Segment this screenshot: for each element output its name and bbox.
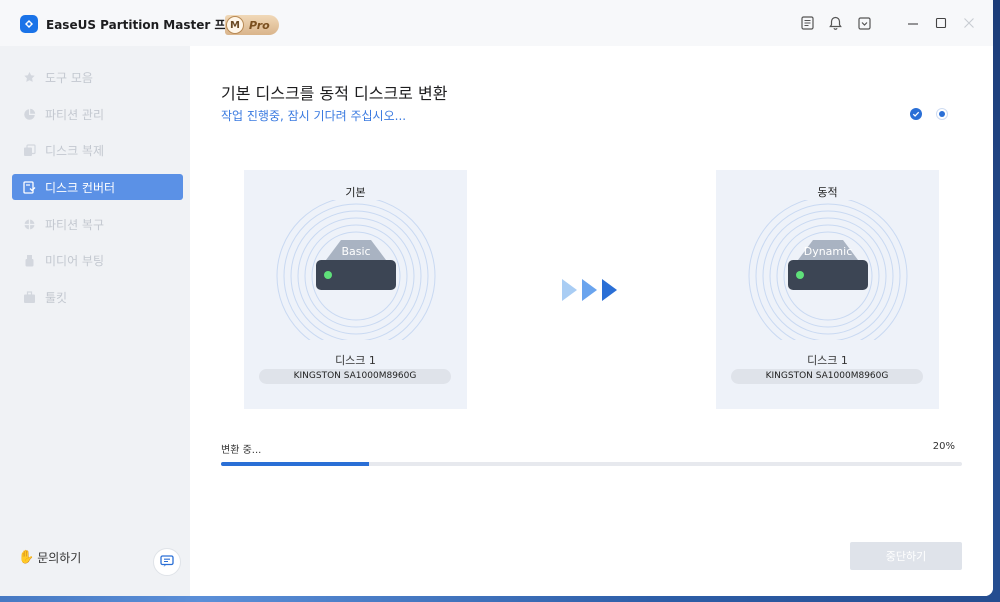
progress-bar [221,462,962,466]
contact-us-link[interactable]: ✋ 문의하기 [18,549,81,566]
target-disk-model: KINGSTON SA1000M8960G [731,369,923,384]
app-window: EaseUS Partition Master 프로 버전 M Pro 도구 모… [0,0,993,596]
bell-icon[interactable] [828,16,842,30]
progress-bar-fill [221,462,370,466]
sidebar-item-disk-clone[interactable]: 디스크 복제 [12,137,183,163]
chat-button[interactable] [153,548,181,576]
sidebar: 도구 모음 파티션 관리 디스크 복제 디스크 컨버터 파티션 복구 미디어 부… [0,46,190,596]
disk-type-label: Basic [341,245,370,258]
source-card-header: 기본 [345,186,366,199]
progress-label: 변환 중... [221,445,262,456]
waving-hand-icon: ✋ [18,550,35,565]
progress-percent: 20% [932,441,955,452]
step-complete-icon [910,108,922,120]
badge-letter: M [226,16,244,34]
usb-icon [22,253,36,267]
title-bar: EaseUS Partition Master 프로 버전 M Pro [0,0,993,46]
disk-convert-icon [22,180,36,194]
close-icon[interactable] [962,16,976,30]
stop-button[interactable]: 중단하기 [850,542,962,570]
chat-icon [160,553,174,572]
app-logo-icon [20,15,38,33]
pro-badge[interactable]: M Pro [225,15,279,35]
dropdown-menu-icon[interactable] [857,16,871,30]
toolkit-icon [22,290,36,304]
sidebar-item-label: 도구 모음 [45,70,93,85]
notes-icon[interactable] [800,16,814,30]
sidebar-item-label: 툴킷 [45,290,68,305]
sidebar-item-partition-manager[interactable]: 파티션 관리 [12,101,183,127]
maximize-icon[interactable] [934,16,948,30]
sidebar-item-label: 디스크 복제 [45,143,105,158]
source-disk-model: KINGSTON SA1000M8960G [259,369,451,384]
pie-chart-icon [22,107,36,121]
step-current-icon [936,108,948,120]
toolbox-icon [22,70,36,84]
sidebar-item-bootable-media[interactable]: 미디어 부팅 [12,247,183,273]
sidebar-item-toolbox[interactable]: 도구 모음 [12,64,183,90]
basic-disk-illustration: Basic [276,200,436,340]
sidebar-item-partition-recovery[interactable]: 파티션 복구 [12,211,183,237]
target-card-header: 동적 [817,186,838,199]
sidebar-item-label: 디스크 컨버터 [45,180,116,195]
sidebar-item-label: 미디어 부팅 [45,253,105,268]
sidebar-item-toolkit[interactable]: 툴킷 [12,284,183,310]
minimize-icon[interactable] [906,16,920,30]
convert-arrows-icon [562,279,617,301]
copy-icon [22,143,36,157]
target-disk-card: 동적 Dynamic 디스크 1 KINGSTON SA1000M8960G [716,170,939,409]
sidebar-item-label: 파티션 복구 [45,217,105,232]
status-message: 작업 진행중, 잠시 기다려 주십시오... [221,109,407,123]
sidebar-item-label: 파티션 관리 [45,107,105,122]
dynamic-disk-illustration: Dynamic [748,200,908,340]
page-title: 기본 디스크를 동적 디스크로 변환 [221,84,448,103]
contact-us-label: 문의하기 [37,551,82,565]
step-indicator [910,108,948,120]
badge-label: Pro [249,18,270,32]
target-disk-name: 디스크 1 [807,354,848,367]
sidebar-item-disk-converter[interactable]: 디스크 컨버터 [12,174,183,200]
main-panel: 기본 디스크를 동적 디스크로 변환 작업 진행중, 잠시 기다려 주십시오..… [190,46,993,596]
disk-type-label: Dynamic [804,245,853,258]
source-disk-card: 기본 Basic 디스크 1 KINGSTON SA1000M8960G [244,170,467,409]
recovery-icon [22,217,36,231]
source-disk-name: 디스크 1 [335,354,376,367]
